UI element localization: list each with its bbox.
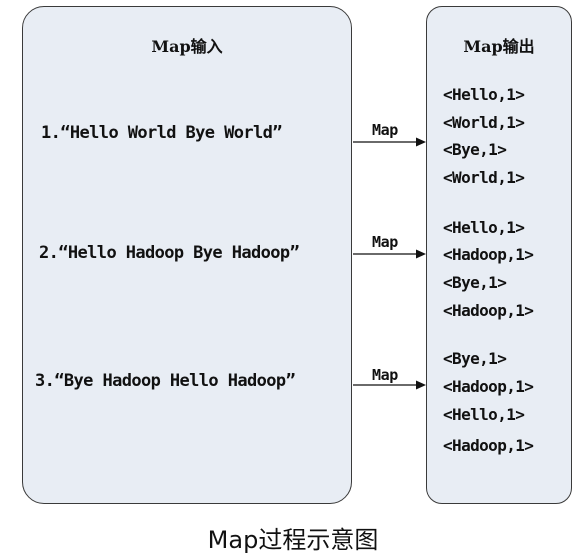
map-input-title: Map输入 [151, 37, 223, 56]
output-pair: <Hello,1> [443, 85, 525, 104]
input-line-2: 2.“Hello Hadoop Bye Hadoop” [39, 243, 300, 263]
output-pair: <Bye,1> [443, 140, 507, 159]
output-pair: <World,1> [443, 168, 525, 187]
output-pair: <World,1> [443, 113, 525, 132]
map-output-panel: Map输出 <Hello,1> <World,1> <Bye,1> <World… [426, 6, 572, 504]
output-pair: <Hadoop,1> [443, 436, 534, 455]
input-line-1: 1.“Hello World Bye World” [41, 123, 282, 143]
output-pair: <Bye,1> [443, 349, 507, 368]
arrow-1 [353, 137, 426, 147]
output-pair: <Bye,1> [443, 273, 507, 292]
map-output-title: Map输出 [463, 37, 535, 56]
arrow-2 [353, 249, 426, 259]
output-pair: <Hello,1> [443, 405, 525, 424]
output-pair: <Hadoop,1> [443, 245, 534, 264]
output-pair: <Hello,1> [443, 218, 525, 237]
map-input-panel: Map输入 1.“Hello World Bye World” 2.“Hello… [22, 6, 352, 504]
input-line-3: 3.“Bye Hadoop Hello Hadoop” [35, 371, 296, 391]
output-pair: <Hadoop,1> [443, 301, 534, 320]
output-pair: <Hadoop,1> [443, 377, 534, 396]
diagram-caption: Map过程示意图 [207, 526, 379, 554]
arrow-3 [353, 380, 426, 390]
